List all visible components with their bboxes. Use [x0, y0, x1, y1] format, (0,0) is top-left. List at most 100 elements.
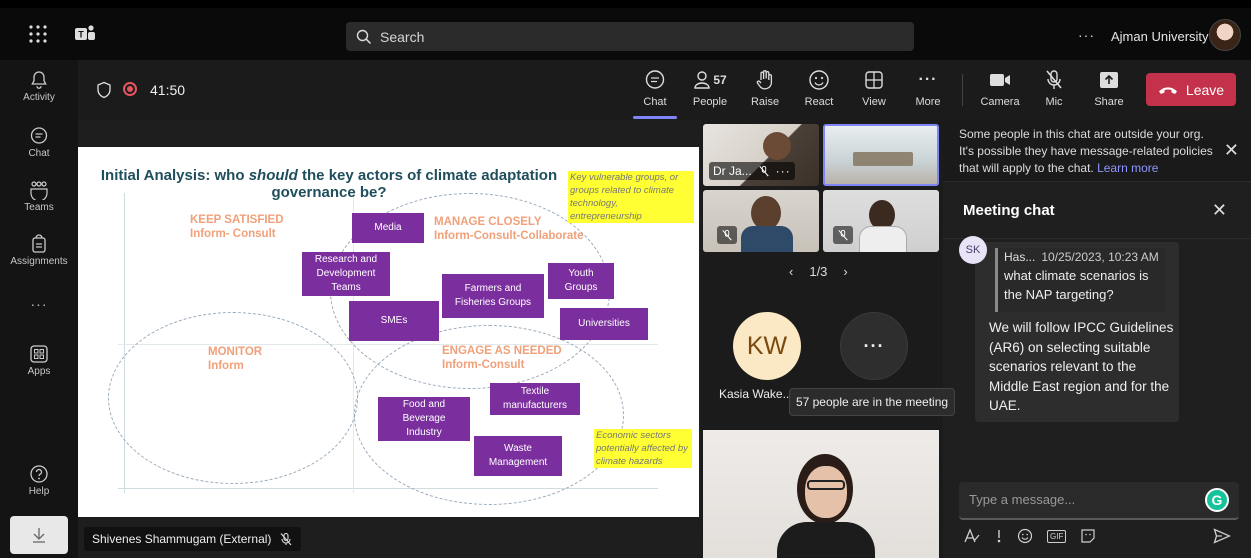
gif-icon[interactable]: GIF	[1047, 529, 1067, 543]
grammarly-icon[interactable]: G	[1205, 488, 1229, 512]
message-input[interactable]: Type a message... G	[959, 482, 1239, 520]
rail-item-more[interactable]: ···	[0, 296, 78, 312]
more-participants-button[interactable]: ···	[840, 312, 908, 380]
rail-item-assignments[interactable]: Assignments	[0, 234, 78, 267]
download-button[interactable]	[10, 516, 68, 554]
rail-item-chat[interactable]: Chat	[0, 126, 78, 159]
quadrant-keep-satisfied: KEEP SATISFIED Inform- Consult	[190, 214, 284, 240]
close-icon[interactable]: ✕	[1224, 140, 1239, 161]
note-key-groups: Key vulnerable groups, or groups related…	[568, 171, 694, 223]
more-options-button[interactable]: ···	[1078, 27, 1095, 43]
layout-icon	[865, 71, 883, 89]
emoji-icon[interactable]	[1017, 528, 1033, 544]
teams-icon	[30, 181, 48, 200]
shield-icon[interactable]	[96, 81, 112, 99]
participant-video	[741, 226, 793, 252]
chat-button[interactable]: Chat	[629, 68, 681, 119]
rail-label: Chat	[28, 148, 50, 159]
box-smes: SMEs	[349, 301, 439, 341]
participants-panel: Dr Ja... ··· ‹ 1/3 › KW Kasia Wake... ··…	[701, 120, 955, 558]
chat-message[interactable]: Has... 10/25/2023, 10:23 AM what climate …	[975, 242, 1179, 422]
quote-text: what climate scenarios is the NAP target…	[1004, 268, 1149, 302]
participants-tooltip: 57 people are in the meeting	[789, 388, 955, 416]
meeting-toolbar: 41:50 Chat 57 People Raise React View ··…	[78, 60, 1251, 120]
chevron-left-icon[interactable]: ‹	[789, 264, 793, 279]
slide-axis	[124, 193, 125, 493]
mic-button-label: Mic	[1045, 96, 1063, 108]
presenter-name-tag: Shivenes Shammugam (External)	[84, 527, 302, 551]
message-text: We will follow IPCC Guidelines (AR6) on …	[989, 320, 1174, 413]
rail-item-activity[interactable]: Activity	[0, 70, 78, 103]
participant-avatar[interactable]: KW	[733, 312, 801, 380]
share-icon	[1100, 72, 1118, 88]
sticker-icon[interactable]	[1080, 528, 1096, 544]
bell-icon	[31, 71, 47, 89]
mic-off-icon	[758, 165, 769, 177]
participant-tile[interactable]	[703, 190, 819, 252]
participant-video	[763, 132, 791, 160]
title-bar: T Search ··· Ajman University	[0, 8, 1251, 60]
share-button-label: Share	[1094, 96, 1124, 108]
learn-more-link[interactable]: Learn more	[1097, 161, 1158, 175]
mic-off-icon	[280, 532, 292, 546]
sender-avatar[interactable]: SK	[959, 236, 987, 264]
quoted-message[interactable]: Has... 10/25/2023, 10:23 AM what climate …	[995, 248, 1165, 312]
participant-tile-active[interactable]	[823, 124, 939, 186]
user-avatar[interactable]	[1209, 19, 1241, 51]
camera-button[interactable]: Camera	[974, 68, 1026, 108]
more-button[interactable]: ··· More	[902, 68, 954, 108]
message-placeholder: Type a message...	[969, 492, 1076, 507]
raise-hand-icon	[756, 70, 773, 90]
compose-toolbar: GIF	[963, 528, 1096, 544]
rail-item-apps[interactable]: Apps	[0, 344, 78, 377]
chat-heading: Meeting chat	[963, 202, 1055, 219]
close-chat-icon[interactable]: ✕	[1212, 200, 1227, 221]
download-icon	[33, 528, 45, 543]
box-textile-manufacturers: Textile manufacturers	[490, 383, 580, 415]
camera-button-label: Camera	[980, 96, 1020, 108]
rail-item-teams[interactable]: Teams	[0, 180, 78, 213]
monitor-ellipse	[108, 312, 358, 484]
presenter-video	[703, 430, 939, 558]
view-button[interactable]: View	[848, 68, 900, 108]
react-button[interactable]: React	[793, 68, 845, 108]
format-icon[interactable]	[963, 528, 981, 544]
send-icon[interactable]	[1213, 528, 1231, 544]
tile-more-icon[interactable]: ···	[776, 164, 791, 178]
recording-indicator-icon	[123, 82, 137, 96]
org-name[interactable]: Ajman University	[1111, 29, 1209, 44]
participant-tile[interactable]	[823, 190, 939, 252]
pager-label: 1/3	[809, 264, 828, 279]
leave-button[interactable]: Leave	[1146, 73, 1236, 106]
chat-icon	[645, 70, 665, 89]
presenter-name: Shivenes Shammugam (External)	[92, 532, 272, 546]
chevron-right-icon[interactable]: ›	[843, 264, 847, 279]
presenter-body	[777, 522, 875, 558]
chat-icon	[30, 127, 48, 144]
mic-off-icon	[833, 226, 853, 244]
search-input[interactable]: Search	[346, 22, 914, 51]
rail-item-help[interactable]: Help	[0, 464, 78, 497]
help-icon	[30, 465, 48, 483]
mic-button[interactable]: Mic	[1028, 68, 1080, 108]
participant-name: Kasia Wake...	[719, 387, 793, 401]
raise-hand-button[interactable]: Raise	[739, 68, 791, 108]
mic-off-icon	[717, 226, 737, 244]
box-farmers-fisheries: Farmers and Fisheries Groups	[442, 274, 544, 318]
share-button[interactable]: Share	[1083, 68, 1135, 108]
app-rail: Activity Chat Teams Assignments ··· Apps…	[0, 60, 78, 558]
svg-text:T: T	[78, 30, 84, 40]
people-button[interactable]: 57 People	[684, 68, 736, 108]
app-launcher-icon[interactable]	[28, 24, 48, 44]
shared-slide: Initial Analysis: who should the key act…	[78, 147, 699, 517]
participant-tile[interactable]: Dr Ja... ···	[703, 124, 819, 186]
rail-label: Teams	[24, 202, 54, 213]
quote-time: 10/25/2023, 10:23 AM	[1041, 250, 1159, 264]
chat-button-label: Chat	[643, 96, 667, 108]
camera-icon	[990, 74, 1010, 86]
mic-off-icon	[1046, 70, 1062, 89]
note-economic-sectors: Economic sectors potentially affected by…	[594, 429, 692, 468]
priority-icon[interactable]	[995, 528, 1003, 544]
participant-name: Dr Ja...	[713, 164, 752, 178]
participant-video	[859, 226, 907, 252]
